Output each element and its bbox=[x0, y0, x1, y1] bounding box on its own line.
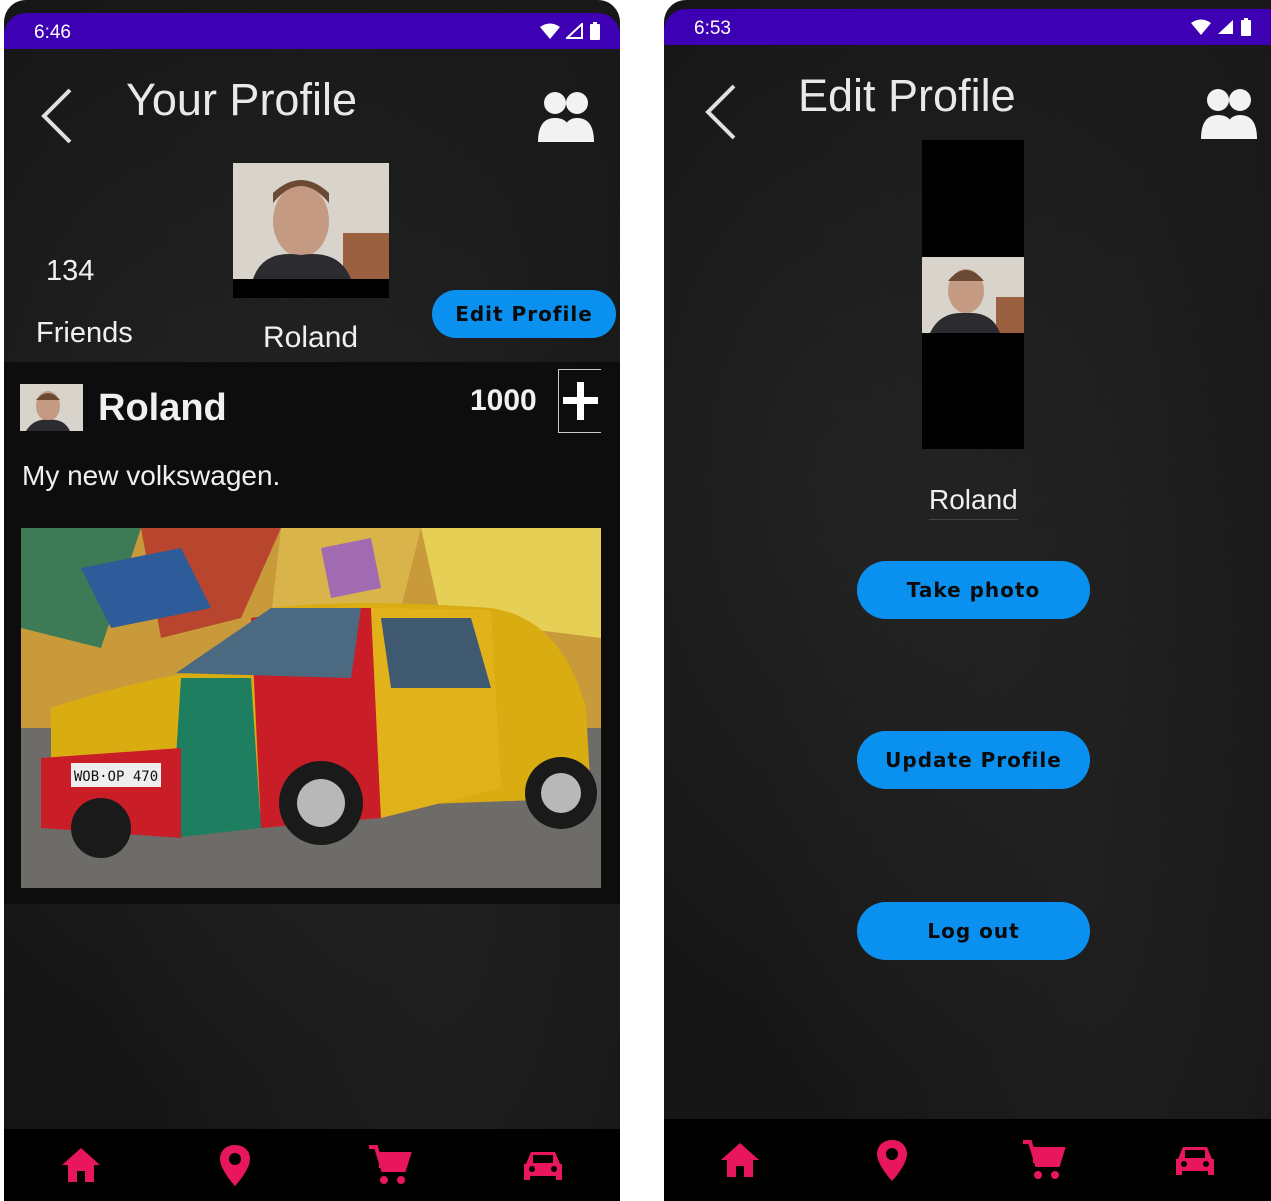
post-author-avatar[interactable] bbox=[20, 384, 83, 431]
cart-icon[interactable] bbox=[366, 1142, 412, 1188]
profile-name: Roland bbox=[263, 321, 359, 354]
system-icons bbox=[540, 22, 600, 40]
log-out-button[interactable]: Log out bbox=[857, 902, 1090, 960]
signal-icon bbox=[566, 23, 583, 39]
cart-icon[interactable] bbox=[1020, 1137, 1067, 1183]
profile-photo-frame bbox=[922, 140, 1024, 449]
edit-profile-screen: 6:53 Edit Profile Roland Take photo Upda… bbox=[664, 0, 1271, 1201]
page-title: Your Profile bbox=[126, 74, 357, 125]
profile-photo[interactable] bbox=[922, 257, 1024, 333]
post-card: Roland 1000 My new volkswagen. WOB·OP 47… bbox=[4, 362, 620, 904]
home-icon[interactable] bbox=[717, 1137, 763, 1183]
status-time: 6:53 bbox=[694, 18, 731, 39]
car-icon[interactable] bbox=[520, 1142, 566, 1188]
battery-icon bbox=[1241, 18, 1251, 36]
post-caption: My new volkswagen. bbox=[22, 460, 281, 491]
status-bar: 6:53 bbox=[664, 9, 1271, 45]
bottom-navigation bbox=[664, 1119, 1271, 1201]
name-field[interactable]: Roland bbox=[929, 484, 1018, 520]
battery-icon bbox=[590, 22, 600, 40]
back-arrow-icon[interactable] bbox=[38, 86, 74, 146]
friends-label[interactable]: Friends bbox=[36, 317, 133, 350]
profile-photo bbox=[233, 163, 389, 298]
edit-profile-button[interactable]: Edit Profile bbox=[432, 290, 616, 338]
post-image[interactable]: WOB·OP 470 bbox=[21, 528, 601, 888]
bottom-navigation bbox=[4, 1129, 620, 1201]
friends-icon[interactable] bbox=[538, 90, 594, 144]
wifi-icon bbox=[540, 23, 560, 39]
update-profile-button[interactable]: Update Profile bbox=[857, 731, 1090, 789]
signal-icon bbox=[1218, 20, 1233, 34]
plus-icon bbox=[563, 382, 598, 420]
home-icon[interactable] bbox=[58, 1142, 104, 1188]
page-title: Edit Profile bbox=[798, 70, 1016, 121]
friends-icon[interactable] bbox=[1201, 87, 1257, 141]
post-author-name[interactable]: Roland bbox=[98, 387, 227, 430]
take-photo-button[interactable]: Take photo bbox=[857, 561, 1090, 619]
status-time: 6:46 bbox=[34, 22, 71, 43]
car-icon[interactable] bbox=[1172, 1137, 1218, 1183]
system-icons bbox=[1191, 18, 1251, 36]
post-like-count: 1000 bbox=[470, 384, 537, 417]
your-profile-screen: 6:46 Your Profile 134 Friends Roland Edi… bbox=[4, 0, 620, 1201]
location-pin-icon[interactable] bbox=[869, 1137, 915, 1183]
friends-count: 134 bbox=[46, 255, 95, 287]
add-like-button[interactable] bbox=[558, 369, 601, 433]
wifi-icon bbox=[1191, 19, 1211, 35]
status-bar: 6:46 bbox=[4, 13, 620, 49]
license-plate-text: WOB·OP 470 bbox=[74, 769, 158, 785]
back-arrow-icon[interactable] bbox=[702, 82, 738, 142]
location-pin-icon[interactable] bbox=[212, 1142, 258, 1188]
